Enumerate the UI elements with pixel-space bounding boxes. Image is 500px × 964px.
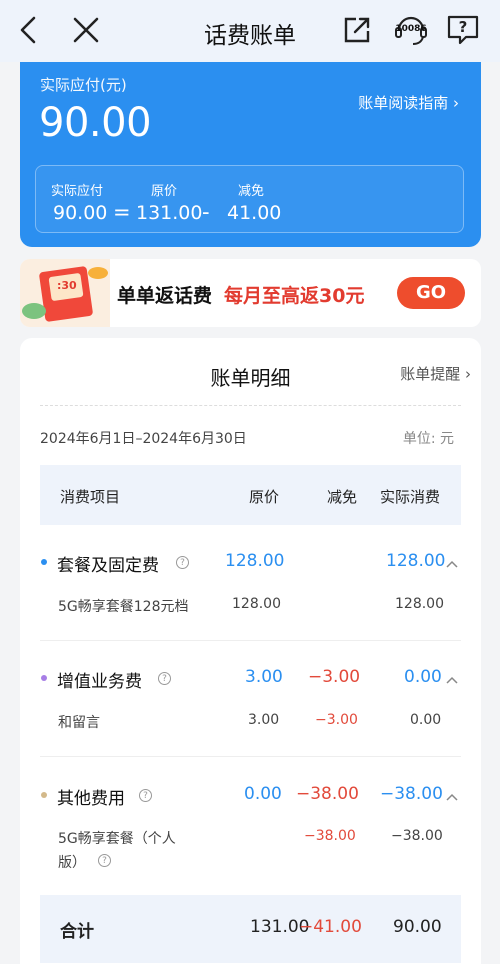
promo-subtitle: 每月至高返30元 [224,285,365,307]
table-header: 消费项目 原价 减免 实际消费 [40,465,461,525]
line-item-name: 5G畅享套餐128元档 [58,599,189,615]
promo-go-button[interactable]: GO [397,277,465,309]
info-icon[interactable]: ? [98,854,111,867]
amount-breakdown: 实际应付 原价 减免 90.00 = 131.00 - 41.00 [35,165,464,233]
divider [40,756,461,757]
category-original: 3.00 [245,667,283,687]
category-discount: −3.00 [308,667,361,687]
total-row: 合计 131.00 −41.00 90.00 [40,895,461,963]
category-name: 套餐及固定费 [57,556,159,576]
total-label: 合计 [60,922,94,942]
breakdown-discount-label: 减免 [238,184,265,199]
category-actual: 0.00 [404,667,442,687]
line-item-original: 128.00 [232,596,281,612]
bill-detail-card: 账单明细 账单提醒 › 2024年6月1日–2024年6月30日 单位: 元 消… [20,338,481,964]
chevron-up-icon[interactable] [445,554,459,573]
promo-title: 单单返话费 [117,285,213,307]
share-icon[interactable] [341,14,373,46]
line-item-actual: −38.00 [391,828,443,844]
bill-guide-link[interactable]: 账单阅读指南 › [358,92,459,113]
col-actual: 实际消费 [380,488,441,506]
divider [40,640,461,641]
col-discount: 减免 [327,488,358,506]
total-discount: −41.00 [299,917,362,937]
col-original: 原价 [249,488,280,506]
category-actual: −38.00 [380,784,443,804]
col-item: 消费项目 [60,488,121,506]
category-name: 增值业务费 [57,672,142,692]
line-item-actual: 0.00 [410,712,442,728]
line-item-name: 和留言 [58,715,100,731]
chevron-up-icon[interactable] [445,787,459,806]
customer-service-icon[interactable]: 10086 [391,10,431,50]
amount-label: 实际应付(元) [40,76,127,94]
breakdown-discount-value: 41.00 [227,202,282,224]
info-icon[interactable]: ? [176,556,189,569]
unit-label: 单位: 元 [402,431,454,447]
line-item-name: 5G畅享套餐（个人 [58,831,176,847]
service-number: 10086 [395,24,427,34]
total-actual: 90.00 [393,917,442,937]
category-dot [41,675,47,681]
line-item-name-cont: 版） [58,855,86,871]
line-item-original: 3.00 [248,712,280,728]
category-dot [41,792,47,798]
category-original: 128.00 [225,551,285,571]
promo-banner[interactable]: :30 单单返话费 每月至高返30元 GO [20,259,481,327]
help-icon[interactable]: ? [446,14,480,46]
category-actual: 128.00 [386,551,446,571]
category-discount: −38.00 [296,784,359,804]
line-item-discount: −3.00 [315,712,358,728]
help-mark: ? [458,18,468,36]
info-icon[interactable]: ? [158,672,171,685]
promo-image-text: :30 [57,279,77,292]
breakdown-actual-label: 实际应付 [51,184,104,199]
chevron-up-icon[interactable] [445,670,459,689]
info-icon[interactable]: ? [139,789,152,802]
bill-summary-card: 实际应付(元) 90.00 账单阅读指南 › 实际应付 原价 减免 90.00 … [20,62,481,247]
top-bar: 话费账单 10086 ? [0,0,500,62]
line-item-actual: 128.00 [395,596,444,612]
amount-value: 90.00 [39,100,152,146]
category-name: 其他费用 [57,789,125,809]
category-original: 0.00 [244,784,282,804]
billing-period: 2024年6月1日–2024年6月30日 [40,431,247,447]
divider [40,405,461,406]
breakdown-original-value: 131.00 [136,202,203,224]
minus-sign: - [202,200,210,224]
equals-sign: = [113,200,131,224]
line-item-discount: −38.00 [304,828,356,844]
breakdown-original-label: 原价 [151,184,178,199]
promo-gift-image: :30 [20,259,110,327]
breakdown-actual-value: 90.00 [53,202,108,224]
bill-reminder-link[interactable]: 账单提醒 › [400,363,471,384]
category-dot [41,559,47,565]
